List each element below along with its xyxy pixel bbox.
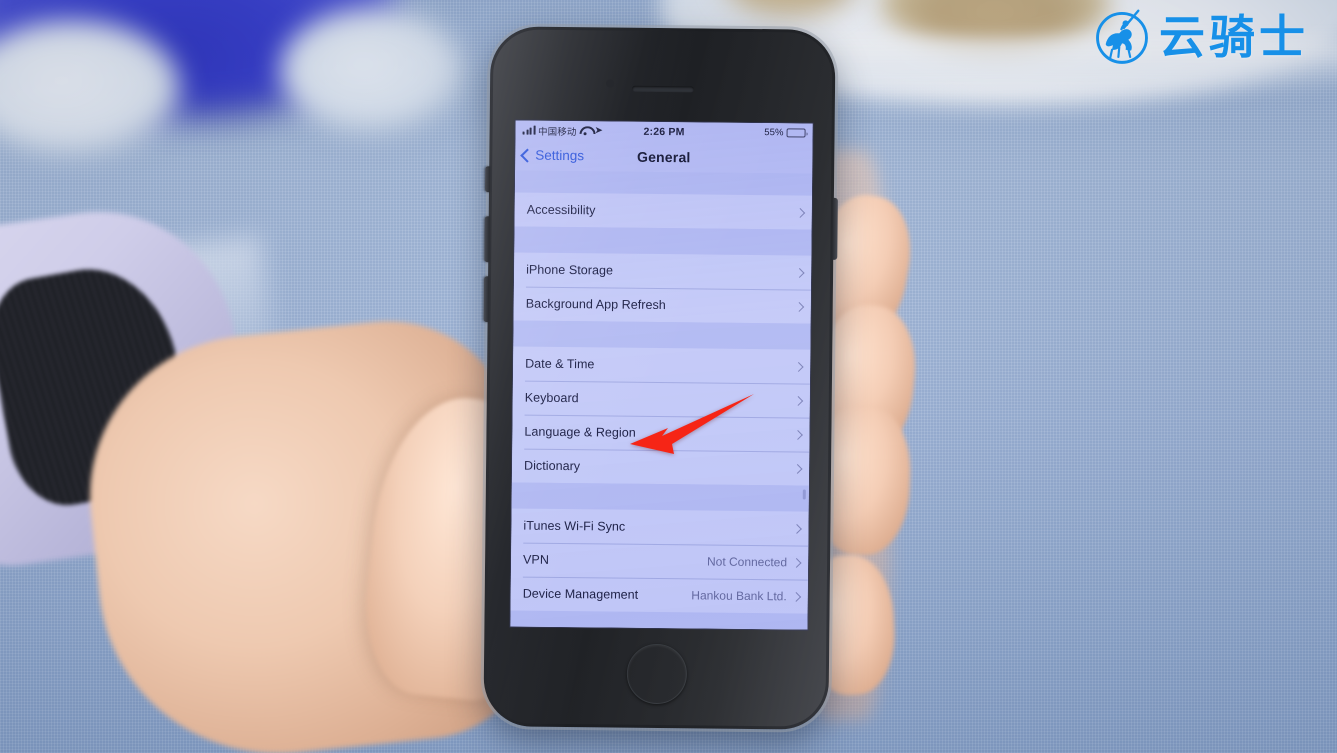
settings-row[interactable]: iTunes Wi-Fi Sync xyxy=(511,508,808,545)
settings-row[interactable]: Background App Refresh xyxy=(514,286,811,323)
location-services-icon: ➤ xyxy=(594,124,604,136)
scroll-indicator[interactable] xyxy=(802,489,806,500)
settings-group-gap xyxy=(514,226,812,256)
earpiece-speaker-icon xyxy=(631,85,694,93)
settings-group-gap xyxy=(513,320,811,350)
settings-group: iPhone Storage Background App Refresh xyxy=(513,252,812,324)
iphone-device: 中国移动 ➤ 2:26 PM 55% Settings General Acce… xyxy=(483,26,838,730)
settings-row[interactable]: Language & Region xyxy=(512,414,809,451)
knight-on-horse-circular-emblem-icon xyxy=(1096,9,1148,64)
volume-up-button[interactable] xyxy=(484,216,490,263)
status-bar-right: 55% xyxy=(685,126,806,138)
settings-row-label: iTunes Wi-Fi Sync xyxy=(523,518,626,534)
home-button[interactable] xyxy=(626,643,687,705)
settings-row-value: Not Connected xyxy=(706,554,788,570)
list-top-gap xyxy=(514,170,813,196)
settings-row-label: Keyboard xyxy=(524,390,579,406)
settings-row[interactable]: Device Management Hankou Bank Ltd. xyxy=(511,576,808,613)
settings-group: Date & Time Keyboard Language & Region Dict… xyxy=(511,346,811,486)
navigation-bar: Settings General xyxy=(515,139,812,173)
settings-row-label: Language & Region xyxy=(524,424,636,440)
settings-row[interactable]: Dictionary xyxy=(512,448,809,485)
settings-row-label: VPN xyxy=(523,552,550,567)
back-button[interactable]: Settings xyxy=(520,147,585,164)
settings-row-label: Background App Refresh xyxy=(525,296,666,313)
settings-row[interactable]: VPN Not Connected xyxy=(511,542,808,579)
back-button-label: Settings xyxy=(535,147,585,164)
settings-list[interactable]: Accessibility iPhone Storage Background Ap… xyxy=(510,170,813,630)
chevron-right-icon xyxy=(791,557,802,568)
settings-group: Accessibility xyxy=(514,192,812,230)
volume-down-button[interactable] xyxy=(483,276,490,323)
settings-row[interactable]: Date & Time xyxy=(513,346,810,383)
settings-row[interactable]: Accessibility xyxy=(515,192,812,229)
status-bar-left: 中国移动 ➤ xyxy=(522,123,644,138)
settings-row-value: Hankou Bank Ltd. xyxy=(691,588,787,604)
settings-row-label: Dictionary xyxy=(524,458,581,474)
settings-row-label: Device Management xyxy=(522,586,639,602)
cellular-signal-bars-icon xyxy=(522,125,536,135)
wifi-icon xyxy=(579,126,591,135)
brand-watermark-text: 云骑士 xyxy=(1159,10,1309,64)
settings-row-label: Accessibility xyxy=(526,202,596,218)
chevron-left-icon xyxy=(520,148,535,163)
brand-watermark: 云骑士 xyxy=(1093,8,1309,66)
carrier-label: 中国移动 xyxy=(538,126,577,138)
ios-settings-app: 中国移动 ➤ 2:26 PM 55% Settings General Acce… xyxy=(510,120,813,630)
front-camera-icon xyxy=(606,79,615,88)
settings-row-label: iPhone Storage xyxy=(526,262,614,278)
settings-sections: Accessibility iPhone Storage Background Ap… xyxy=(510,192,812,614)
settings-group-gap xyxy=(511,482,809,512)
status-bar-clock: 2:26 PM xyxy=(643,125,685,138)
chevron-right-icon xyxy=(791,591,802,602)
battery-icon xyxy=(786,128,806,138)
settings-row-label: Date & Time xyxy=(525,356,595,372)
phone-screen: 中国移动 ➤ 2:26 PM 55% Settings General Acce… xyxy=(510,120,813,630)
mute-switch[interactable] xyxy=(484,166,491,193)
settings-group: iTunes Wi-Fi Sync VPN Not Connected Device … xyxy=(510,508,809,614)
battery-percent-label: 55% xyxy=(764,127,784,139)
power-button[interactable] xyxy=(832,197,838,260)
settings-row[interactable]: iPhone Storage xyxy=(514,252,811,289)
settings-row[interactable]: Keyboard xyxy=(513,380,810,417)
screenshot-stage: 中国移动 ➤ 2:26 PM 55% Settings General Acce… xyxy=(0,0,1337,753)
